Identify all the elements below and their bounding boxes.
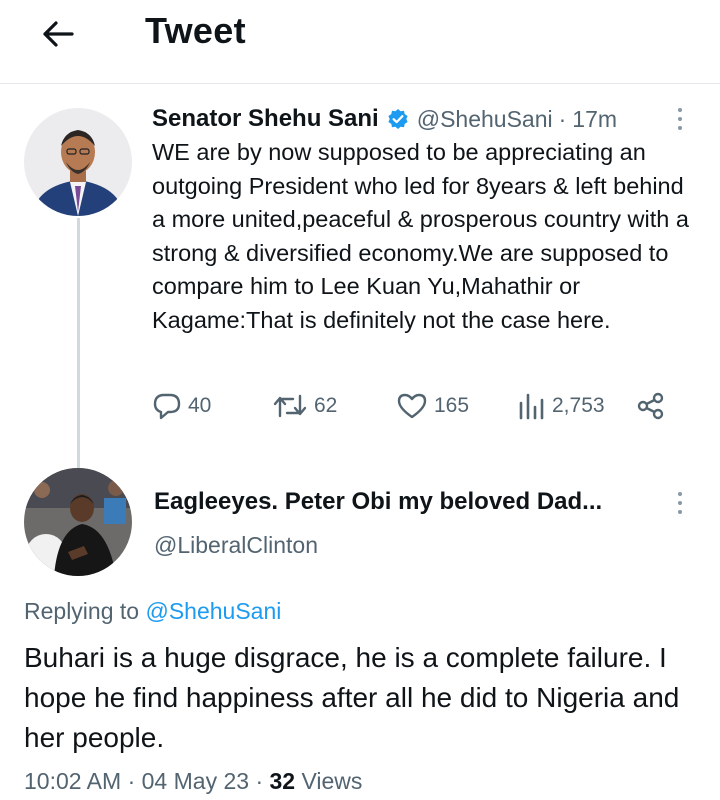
tweet-action-bar: 40 62 165 2,753 [152,388,692,424]
tweet-time[interactable]: 17m [572,106,617,133]
back-button[interactable] [36,14,80,54]
heart-icon [397,393,427,419]
replying-to-link[interactable]: @ShehuSani [145,598,281,624]
reply-avatar[interactable] [24,468,132,576]
arrow-left-icon [43,21,74,47]
reply-author-handle[interactable]: @LiberalClinton [154,532,318,559]
page-title: Tweet [145,10,246,51]
separator-dot: · [255,768,264,794]
more-dot-icon [678,108,682,112]
more-dot-icon [678,117,682,121]
more-dot-icon [678,492,682,496]
verified-badge-icon [388,109,408,129]
reply-more-options-button[interactable] [670,486,690,520]
thread-connector-line [77,218,80,468]
reply-button[interactable]: 40 [152,388,211,424]
replying-to-line: Replying to @ShehuSani [24,598,281,625]
views-count: 2,753 [552,394,605,417]
more-options-button[interactable] [670,102,690,136]
share-button[interactable] [636,388,672,424]
like-count: 165 [434,394,470,417]
profile-photo [24,468,132,576]
reply-views-count[interactable]: 32 [270,768,296,794]
separator-dot: · [127,768,136,794]
replying-to-label: Replying to [24,598,140,624]
reply-count: 40 [188,394,212,417]
like-button[interactable]: 165 [396,388,469,424]
separator-dot: · [558,105,567,132]
reply-text: Buhari is a huge disgrace, he is a compl… [24,642,680,753]
retweet-icon [273,394,307,418]
top-bar: Tweet [0,0,720,84]
tweet-meta: 10:02 AM · 04 May 23 · 32 Views [24,768,362,795]
tweet-header: Senator Shehu Sani @ShehuSani · 17m [152,102,672,136]
reply-author-name[interactable]: Eagleeyes. Peter Obi my beloved Dad... [154,488,602,516]
more-dot-icon [678,501,682,505]
reply-bubble-icon [153,393,181,420]
more-dot-icon [678,126,682,130]
views-button[interactable]: 2,753 [516,388,605,424]
more-dot-icon [678,510,682,514]
avatar[interactable] [24,108,132,216]
profile-photo [24,108,132,216]
retweet-button[interactable]: 62 [272,388,337,424]
retweet-count: 62 [314,394,338,417]
author-handle[interactable]: @ShehuSani [417,106,553,133]
author-name[interactable]: Senator Shehu Sani [152,105,379,133]
share-icon [637,392,664,420]
reply-time[interactable]: 10:02 AM [24,768,121,794]
analytics-bars-icon [519,393,544,420]
tweet-text: WE are by now supposed to be appreciatin… [152,139,689,333]
reply-views-label: Views [301,768,363,794]
reply-date[interactable]: 04 May 23 [142,768,249,794]
